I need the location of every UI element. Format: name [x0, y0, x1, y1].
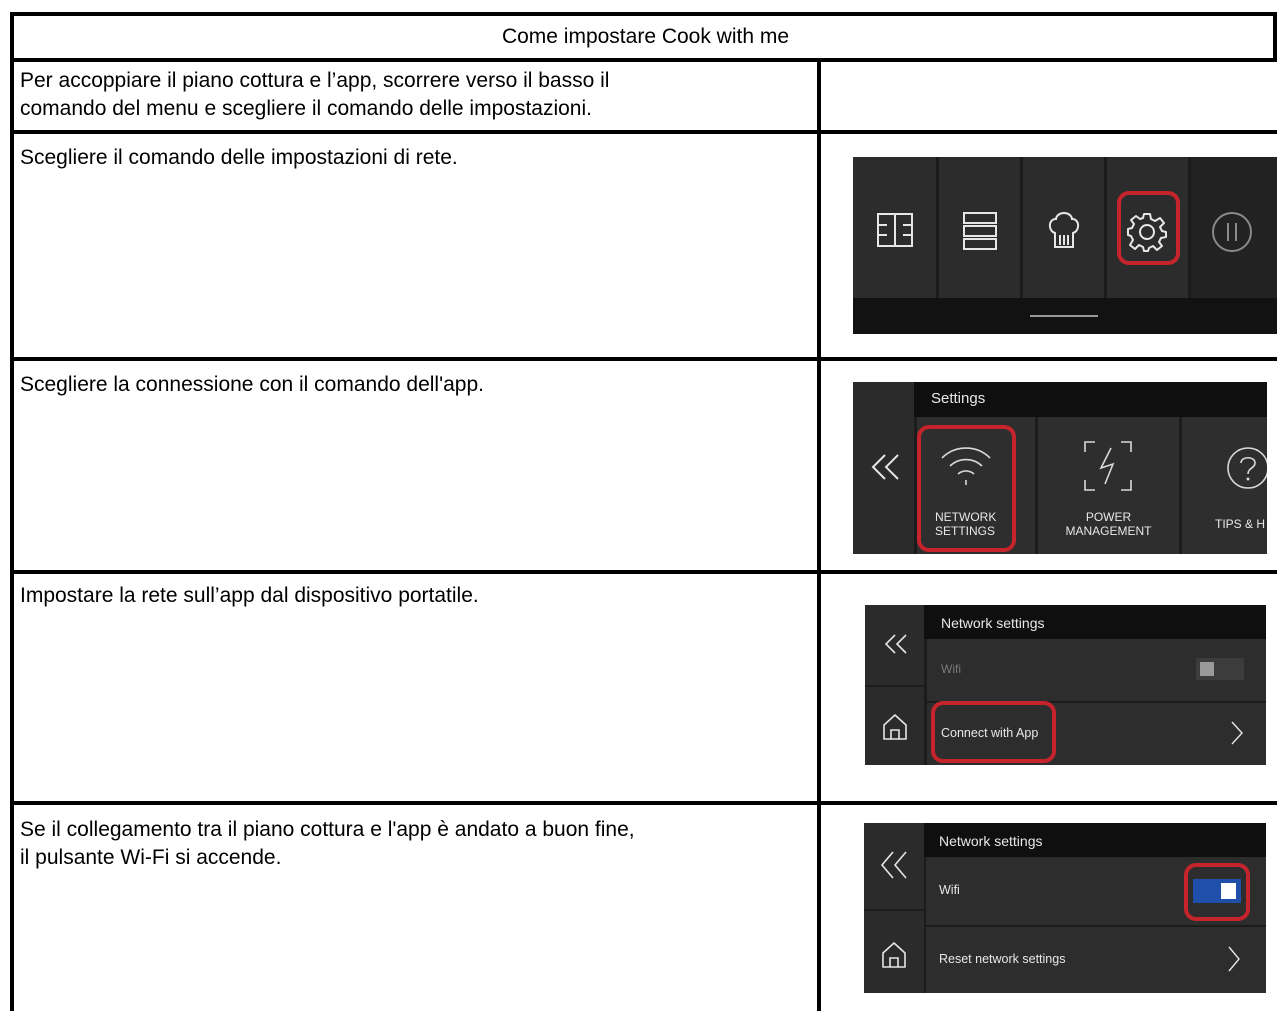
settings-header: Settings	[931, 390, 986, 407]
list-icon	[963, 212, 997, 250]
settings-screenshot: Settings NETWORK SETTINGS POWER MANAGEME…	[853, 382, 1267, 554]
instruction-text-5: Se il collegamento tra il piano cottura …	[20, 818, 635, 869]
wifi-toggle-off[interactable]	[1196, 658, 1244, 680]
chef-hat-icon	[1048, 212, 1080, 248]
network-header: Network settings	[941, 615, 1045, 631]
row-divider	[10, 357, 1277, 361]
chevron-right-icon	[1231, 721, 1243, 745]
power-management-label: POWER MANAGEMENT	[1065, 510, 1152, 538]
row-divider	[10, 801, 1277, 805]
network-header: Network settings	[939, 833, 1043, 849]
highlight-connect-with-app	[931, 701, 1056, 763]
instruction-table: Come impostare Cook with me Per accoppia…	[0, 0, 1277, 1011]
instruction-text-1: Per accoppiare il piano cottura e l’app,…	[20, 69, 610, 120]
home-icon	[883, 714, 907, 740]
column-divider	[817, 58, 821, 1011]
table-border-left	[10, 12, 14, 1011]
double-chevron-left-icon	[884, 634, 907, 654]
double-chevron-left-icon	[880, 851, 907, 879]
reset-network-settings-label: Reset network settings	[939, 952, 1066, 966]
chevron-right-icon	[1228, 946, 1240, 972]
page-title: Come impostare Cook with me	[501, 25, 790, 48]
tips-help-label: TIPS & H	[1215, 517, 1266, 531]
scroll-handle[interactable]	[1030, 315, 1098, 317]
highlight-network-settings	[917, 425, 1016, 552]
highlight-settings	[1117, 191, 1180, 265]
row-divider	[10, 130, 1277, 134]
row-divider	[10, 58, 1277, 62]
network-screenshot-2: Network settings Wifi Reset network sett…	[864, 823, 1266, 993]
help-icon	[1227, 447, 1267, 489]
zones-icon	[877, 213, 913, 247]
network-screenshot-1: Network settings Wifi Connect with App	[865, 605, 1266, 765]
instruction-text-2: Scegliere il comando delle impostazioni …	[20, 146, 458, 169]
power-icon	[1212, 212, 1252, 252]
power-management-icon	[1084, 441, 1132, 491]
home-icon	[882, 942, 906, 968]
row-divider	[10, 570, 1277, 574]
menu-screenshot	[853, 157, 1277, 334]
highlight-wifi-toggle	[1184, 863, 1250, 921]
double-chevron-left-icon	[871, 454, 899, 480]
instruction-text-4: Impostare la rete sull’app dal dispositi…	[20, 584, 479, 607]
instruction-text-3: Scegliere la connessione con il comando …	[20, 373, 484, 396]
wifi-label: Wifi	[941, 662, 961, 676]
wifi-label: Wifi	[939, 883, 960, 897]
toggle-knob	[1200, 662, 1214, 676]
